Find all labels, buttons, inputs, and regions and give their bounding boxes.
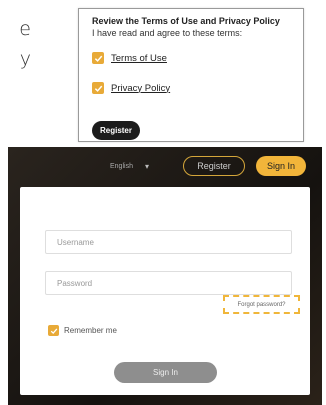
instruction-text-fragment: e y: [19, 14, 31, 74]
language-select[interactable]: English ▾: [110, 157, 170, 175]
forgot-password-link[interactable]: Forgot password?: [237, 302, 285, 308]
terms-of-use-row[interactable]: Terms of Use: [92, 52, 167, 64]
header-register-button[interactable]: Register: [183, 156, 245, 176]
language-select-value: English: [110, 162, 133, 170]
remember-me-label: Remember me: [64, 326, 117, 335]
checkbox-checked-icon[interactable]: [92, 82, 104, 94]
terms-card: Review the Terms of Use and Privacy Poli…: [78, 8, 304, 142]
password-field[interactable]: Password: [45, 271, 292, 295]
terms-subtitle: I have read and agree to these terms:: [92, 28, 243, 38]
header-signin-button[interactable]: Sign In: [256, 156, 306, 176]
username-field[interactable]: Username: [45, 230, 292, 254]
terms-of-use-link[interactable]: Terms of Use: [111, 53, 167, 64]
login-panel: English ▾ Register Sign In Username Pass…: [8, 147, 322, 405]
username-placeholder: Username: [57, 237, 94, 247]
terms-register-button[interactable]: Register: [92, 121, 140, 140]
checkbox-checked-icon[interactable]: [48, 325, 59, 336]
checkbox-checked-icon[interactable]: [92, 52, 104, 64]
forgot-password-highlight: Forgot password?: [223, 295, 300, 314]
remember-me-row[interactable]: Remember me: [48, 325, 117, 336]
password-placeholder: Password: [57, 278, 93, 288]
privacy-policy-link[interactable]: Privacy Policy: [111, 83, 170, 94]
dropdown-caret-icon: ▾: [144, 161, 149, 171]
instruction-text-line: e: [19, 18, 31, 40]
terms-title: Review the Terms of Use and Privacy Poli…: [92, 16, 280, 26]
instruction-text-line: y: [19, 48, 31, 70]
privacy-policy-row[interactable]: Privacy Policy: [92, 82, 170, 94]
login-modal: Username Password Forgot password? Remem…: [20, 187, 310, 395]
signin-submit-button[interactable]: Sign In: [114, 362, 217, 383]
top-navigation-bar: English ▾ Register Sign In: [8, 147, 322, 187]
